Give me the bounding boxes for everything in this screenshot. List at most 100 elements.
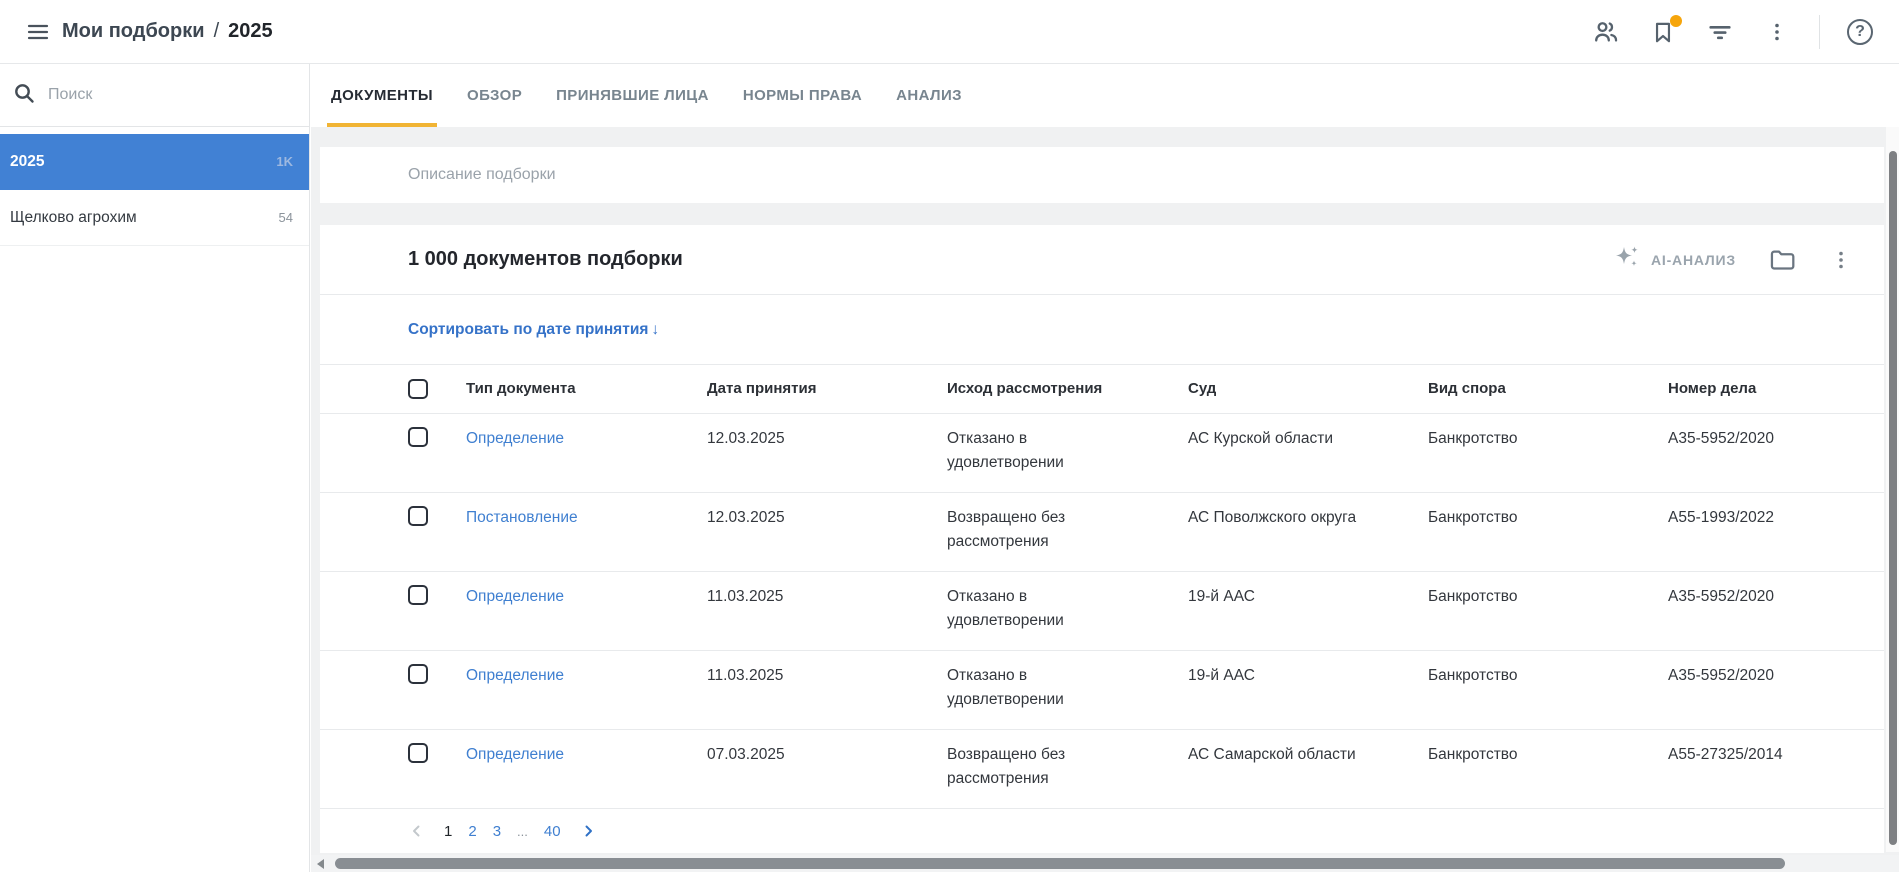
doc-type-link[interactable]: Определение bbox=[466, 585, 686, 609]
doc-dispute-type: Банкротство bbox=[1428, 743, 1628, 767]
breadcrumb-separator: / bbox=[214, 20, 220, 43]
sidebar-search bbox=[0, 64, 309, 127]
doc-dispute-type: Банкротство bbox=[1428, 427, 1628, 451]
prev-page-icon[interactable] bbox=[406, 820, 428, 842]
bookmark-icon[interactable] bbox=[1648, 17, 1678, 47]
breadcrumb-section[interactable]: Мои подборки bbox=[62, 20, 205, 43]
select-all-checkbox[interactable] bbox=[408, 379, 428, 399]
doc-date: 11.03.2025 bbox=[707, 664, 907, 688]
sort-row: Сортировать по дате принятия↓ bbox=[320, 295, 1884, 365]
tab-overview[interactable]: ОБЗОР bbox=[467, 64, 522, 127]
vertical-scrollbar[interactable] bbox=[1886, 127, 1899, 852]
doc-type-link[interactable]: Определение bbox=[466, 664, 686, 688]
content: 1 000 документов подборки AI-АНАЛИЗ bbox=[320, 147, 1884, 853]
doc-outcome: Отказано в удовлетворении bbox=[947, 585, 1132, 633]
doc-date: 07.03.2025 bbox=[707, 743, 907, 767]
doc-dispute-type: Банкротство bbox=[1428, 506, 1628, 530]
sidebar-item-shchelkovo[interactable]: Щелково агрохим 54 bbox=[0, 190, 309, 246]
card-kebab-menu-icon[interactable] bbox=[1826, 245, 1856, 275]
doc-court: АС Самарской области bbox=[1188, 743, 1408, 767]
doc-date: 12.03.2025 bbox=[707, 506, 907, 530]
collection-count: 1K bbox=[276, 154, 293, 169]
folder-icon[interactable] bbox=[1766, 245, 1796, 275]
horizontal-scrollbar-thumb[interactable] bbox=[335, 858, 1785, 869]
doc-case-number: А35-5952/2020 bbox=[1668, 664, 1868, 688]
kebab-menu-icon[interactable] bbox=[1762, 17, 1792, 47]
documents-count-title: 1 000 документов подборки bbox=[408, 248, 683, 271]
sparkles-icon bbox=[1613, 243, 1641, 276]
column-header-dispute-type: Вид спора bbox=[1428, 380, 1628, 397]
documents-card-header: 1 000 документов подборки AI-АНАЛИЗ bbox=[320, 225, 1884, 295]
help-icon[interactable]: ? bbox=[1847, 19, 1873, 45]
table-row: Определение 11.03.2025 Отказано в удовле… bbox=[320, 572, 1884, 651]
page-ellipsis: ... bbox=[517, 824, 528, 839]
row-checkbox[interactable] bbox=[408, 506, 428, 526]
row-checkbox[interactable] bbox=[408, 664, 428, 684]
collection-label: Щелково агрохим bbox=[10, 209, 137, 227]
row-checkbox[interactable] bbox=[408, 743, 428, 763]
doc-type-link[interactable]: Определение bbox=[466, 743, 686, 767]
row-checkbox[interactable] bbox=[408, 585, 428, 605]
column-header-court: Суд bbox=[1188, 380, 1408, 397]
doc-dispute-type: Банкротство bbox=[1428, 585, 1628, 609]
column-header-date: Дата принятия bbox=[707, 380, 907, 397]
doc-case-number: А55-27325/2014 bbox=[1668, 743, 1868, 767]
tab-adopting-persons[interactable]: ПРИНЯВШИЕ ЛИЦА bbox=[556, 64, 709, 127]
filter-icon[interactable] bbox=[1705, 17, 1735, 47]
tabs-bar: ДОКУМЕНТЫ ОБЗОР ПРИНЯВШИЕ ЛИЦА НОРМЫ ПРА… bbox=[311, 64, 1899, 127]
column-header-outcome: Исход рассмотрения bbox=[947, 380, 1132, 397]
doc-outcome: Отказано в удовлетворении bbox=[947, 427, 1132, 475]
doc-outcome: Отказано в удовлетворении bbox=[947, 664, 1132, 712]
collection-list: 2025 1K Щелково агрохим 54 bbox=[0, 127, 309, 246]
doc-date: 12.03.2025 bbox=[707, 427, 907, 451]
header-actions: ? bbox=[1591, 15, 1899, 49]
doc-court: 19-й ААС bbox=[1188, 664, 1408, 688]
doc-court: АС Поволжского округа bbox=[1188, 506, 1408, 530]
tab-documents[interactable]: ДОКУМЕНТЫ bbox=[331, 64, 433, 127]
doc-date: 11.03.2025 bbox=[707, 585, 907, 609]
row-checkbox[interactable] bbox=[408, 427, 428, 447]
page-number[interactable]: 3 bbox=[493, 823, 501, 840]
table-header-row: Тип документа Дата принятия Исход рассмо… bbox=[320, 365, 1884, 414]
scroll-left-arrow-icon[interactable] bbox=[317, 859, 324, 869]
hamburger-menu-icon[interactable] bbox=[18, 12, 58, 52]
users-icon[interactable] bbox=[1591, 17, 1621, 47]
bookmark-badge-dot bbox=[1670, 15, 1682, 27]
app-header: Мои подборки / 2025 ? bbox=[0, 0, 1899, 64]
table-row: Определение 07.03.2025 Возвращено без ра… bbox=[320, 730, 1884, 809]
doc-dispute-type: Банкротство bbox=[1428, 664, 1628, 688]
doc-case-number: А35-5952/2020 bbox=[1668, 427, 1868, 451]
page-number: 1 bbox=[444, 823, 452, 840]
collections-sidebar: 2025 1K Щелково агрохим 54 bbox=[0, 64, 310, 872]
horizontal-scrollbar[interactable] bbox=[311, 855, 1899, 872]
collection-count: 54 bbox=[279, 210, 293, 225]
documents-controls: AI-АНАЛИЗ bbox=[1613, 243, 1856, 276]
vertical-scrollbar-thumb[interactable] bbox=[1889, 151, 1897, 845]
column-header-case-number: Номер дела bbox=[1668, 380, 1868, 397]
doc-case-number: А55-1993/2022 bbox=[1668, 506, 1868, 530]
search-icon bbox=[12, 81, 36, 110]
doc-type-link[interactable]: Постановление bbox=[466, 506, 686, 530]
page-number[interactable]: 2 bbox=[468, 823, 476, 840]
doc-court: АС Курской области bbox=[1188, 427, 1408, 451]
table-body: Определение 12.03.2025 Отказано в удовле… bbox=[320, 414, 1884, 809]
ai-analysis-button[interactable]: AI-АНАЛИЗ bbox=[1613, 243, 1736, 276]
breadcrumb: Мои подборки / 2025 bbox=[62, 20, 273, 43]
sort-by-date-link[interactable]: Сортировать по дате принятия↓ bbox=[408, 321, 659, 339]
sort-direction-arrow: ↓ bbox=[651, 321, 659, 338]
search-input[interactable] bbox=[48, 86, 258, 104]
header-divider bbox=[1819, 15, 1820, 49]
page-number[interactable]: 40 bbox=[544, 823, 561, 840]
collection-description-input[interactable] bbox=[408, 166, 1708, 184]
doc-type-link[interactable]: Определение bbox=[466, 427, 686, 451]
table-row: Определение 11.03.2025 Отказано в удовле… bbox=[320, 651, 1884, 730]
ai-analysis-label: AI-АНАЛИЗ bbox=[1651, 252, 1736, 268]
doc-outcome: Возвращено без рассмотрения bbox=[947, 506, 1132, 554]
next-page-icon[interactable] bbox=[577, 820, 599, 842]
tab-analysis[interactable]: АНАЛИЗ bbox=[896, 64, 962, 127]
pagination: 1 2 3 ... 40 bbox=[320, 809, 1884, 853]
tab-legal-norms[interactable]: НОРМЫ ПРАВА bbox=[743, 64, 862, 127]
column-header-doc-type: Тип документа bbox=[466, 380, 686, 397]
collection-description-card bbox=[320, 147, 1884, 203]
sidebar-item-2025[interactable]: 2025 1K bbox=[0, 134, 309, 190]
